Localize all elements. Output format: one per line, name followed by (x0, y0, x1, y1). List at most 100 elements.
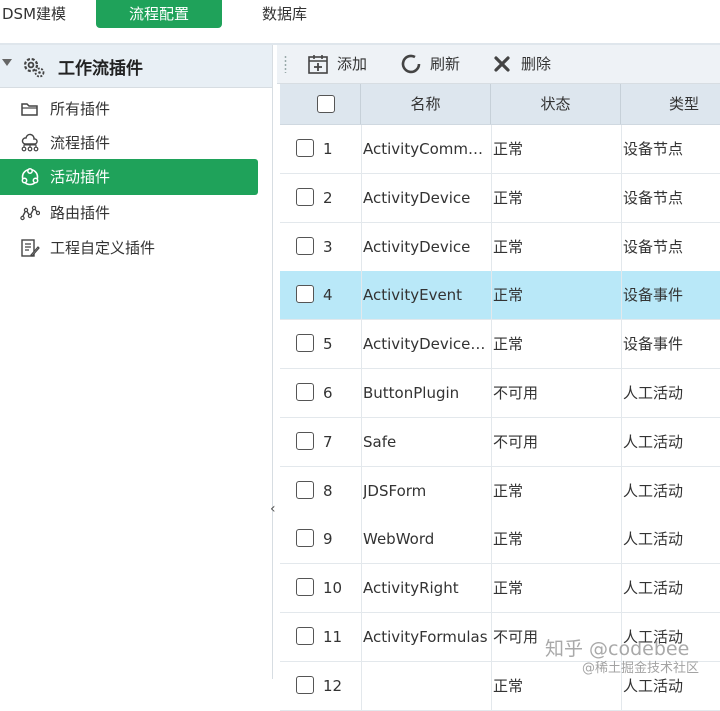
row-checkbox[interactable] (296, 188, 314, 206)
select-all-checkbox[interactable] (317, 95, 335, 113)
sidebar-item-process-plugins[interactable]: 流程插件 (0, 125, 272, 161)
sidebar-item-activity-plugins[interactable]: 活动插件 (0, 159, 258, 195)
row-checkbox[interactable] (296, 627, 314, 645)
column-header-status[interactable]: 状态 (491, 84, 621, 124)
column-divider (621, 369, 622, 417)
main-panel: 添加 刷新 删除 名称 状态 类型 1 ActivityCommand 正常 设备节点… (277, 45, 720, 711)
column-divider (621, 174, 622, 222)
sidebar-item-custom-plugins[interactable]: 工程自定义插件 (0, 230, 272, 266)
row-checkbox[interactable] (296, 237, 314, 255)
column-header-name[interactable]: 名称 (361, 84, 491, 124)
cell-status: 正常 (493, 335, 524, 353)
table-row[interactable]: 4 ActivityEvent 正常 设备事件 (280, 271, 720, 320)
tab-process-config[interactable]: 流程配置 (96, 0, 222, 28)
cell-name (363, 662, 489, 710)
cell-name: ActivityDevice (363, 238, 471, 256)
collapse-handle[interactable]: ‹ (270, 501, 276, 517)
watermark-juejin: @稀土掘金技术社区 (582, 661, 700, 676)
cell-status: 正常 (493, 530, 524, 548)
sidebar-title: 工作流插件 (58, 59, 143, 79)
cell-type: 人工活动 (623, 433, 684, 451)
row-checkbox[interactable] (296, 481, 314, 499)
caret-down-icon[interactable] (2, 59, 12, 66)
cell-status: 正常 (493, 482, 524, 500)
table-row[interactable]: 6 ButtonPlugin 不可用 人工活动 (280, 369, 720, 418)
row-checkbox[interactable] (296, 432, 314, 450)
column-divider (621, 320, 622, 368)
tab-dsm-modeling[interactable]: DSM建模 (2, 0, 66, 28)
gear-icon (23, 57, 45, 78)
folder-icon (21, 103, 38, 116)
table-row[interactable]: 2 ActivityDevice 正常 设备节点 (280, 174, 720, 223)
column-header-type[interactable]: 类型 (621, 84, 720, 124)
row-checkbox[interactable] (296, 139, 314, 157)
cell-name: ActivityCommand (363, 140, 489, 158)
column-divider (621, 467, 622, 515)
table-row[interactable]: 3 ActivityDevice 正常 设备节点 (280, 223, 720, 272)
row-number: 6 (323, 384, 333, 402)
route-icon (20, 205, 40, 221)
column-divider (361, 418, 362, 466)
row-number: 2 (323, 189, 333, 207)
row-number: 9 (323, 530, 333, 548)
cell-status: 正常 (493, 140, 524, 158)
toolbar: 添加 刷新 删除 (277, 45, 720, 84)
cell-name: ActivityFormulas (363, 628, 488, 646)
cell-name: Safe (363, 433, 397, 451)
table-row[interactable]: 1 ActivityCommand 正常 设备节点 (280, 125, 720, 174)
column-divider (491, 320, 492, 368)
refresh-button-label: 刷新 (430, 55, 461, 73)
column-divider (491, 467, 492, 515)
tab-database[interactable]: 数据库 (262, 0, 307, 28)
edit-doc-icon (21, 239, 40, 257)
column-divider (491, 369, 492, 417)
row-checkbox[interactable] (296, 529, 314, 547)
cell-type: 设备节点 (623, 140, 684, 158)
table-row[interactable]: 10 ActivityRight 正常 人工活动 (280, 564, 720, 613)
row-checkbox[interactable] (296, 578, 314, 596)
column-divider (621, 515, 622, 563)
row-number: 7 (323, 433, 333, 451)
cell-type: 设备事件 (623, 286, 684, 304)
column-divider (491, 223, 492, 271)
grip-handle[interactable] (284, 55, 287, 73)
row-number: 12 (323, 677, 343, 695)
column-divider (491, 125, 492, 173)
table-row[interactable]: 8 JDSForm 正常 人工活动 (280, 467, 720, 516)
column-divider (361, 223, 362, 271)
table-row[interactable]: 7 Safe 不可用 人工活动 (280, 418, 720, 467)
sidebar-item-all-plugins[interactable]: 所有插件 (0, 91, 272, 127)
row-number: 11 (323, 628, 343, 646)
cell-name: WebWord (363, 530, 435, 548)
cell-name: ActivityDevice (363, 189, 471, 207)
add-button-label: 添加 (337, 55, 368, 73)
cell-name: ActivityRight (363, 579, 459, 597)
cell-name: ActivityDeviceEv... (363, 335, 489, 353)
sidebar-header[interactable]: 工作流插件 (0, 45, 272, 88)
row-number: 3 (323, 238, 333, 256)
cell-name: ButtonPlugin (363, 384, 460, 402)
header-select-all-cell (280, 84, 361, 124)
column-divider (361, 271, 362, 319)
row-number: 10 (323, 579, 343, 597)
row-number: 8 (323, 482, 333, 500)
column-divider (361, 613, 362, 661)
row-checkbox[interactable] (296, 334, 314, 352)
row-number: 5 (323, 335, 333, 353)
column-divider (361, 467, 362, 515)
table-row[interactable]: 9 WebWord 正常 人工活动 (280, 515, 720, 564)
cell-status: 正常 (493, 189, 524, 207)
recycle-icon (21, 168, 39, 186)
table-row[interactable]: 5 ActivityDeviceEv... 正常 设备事件 (280, 320, 720, 369)
column-divider (361, 369, 362, 417)
refresh-icon (401, 54, 421, 74)
delete-button-label: 删除 (521, 55, 552, 73)
column-divider (361, 515, 362, 563)
column-divider (491, 613, 492, 661)
sidebar-item-routing-plugins[interactable]: 路由插件 (0, 195, 272, 231)
column-divider (361, 125, 362, 173)
sidebar-item-label: 活动插件 (50, 168, 111, 186)
top-nav: DSM建模 流程配置 数据库 (0, 0, 720, 44)
row-checkbox[interactable] (296, 285, 314, 303)
row-checkbox[interactable] (296, 383, 314, 401)
